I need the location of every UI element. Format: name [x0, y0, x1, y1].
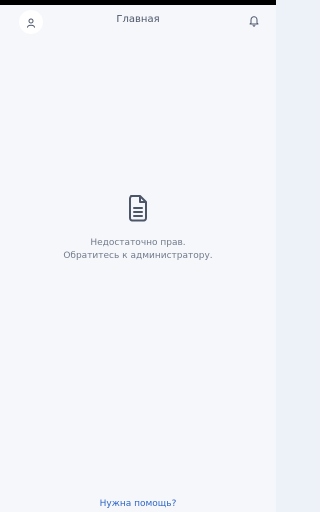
app-screen: Главная Недостаточно прав. Обратитесь к … [0, 5, 276, 512]
header: Главная [0, 5, 276, 37]
bell-icon [249, 12, 259, 31]
document-icon [127, 194, 149, 222]
help-link[interactable]: Нужна помощь? [0, 499, 276, 509]
right-gutter [276, 0, 316, 512]
page-title: Главная [116, 14, 160, 25]
notifications-button[interactable] [246, 12, 262, 30]
access-denied-message: Недостаточно прав. Обратитесь к админист… [63, 238, 213, 261]
empty-state: Недостаточно прав. Обратитесь к админист… [0, 194, 276, 263]
